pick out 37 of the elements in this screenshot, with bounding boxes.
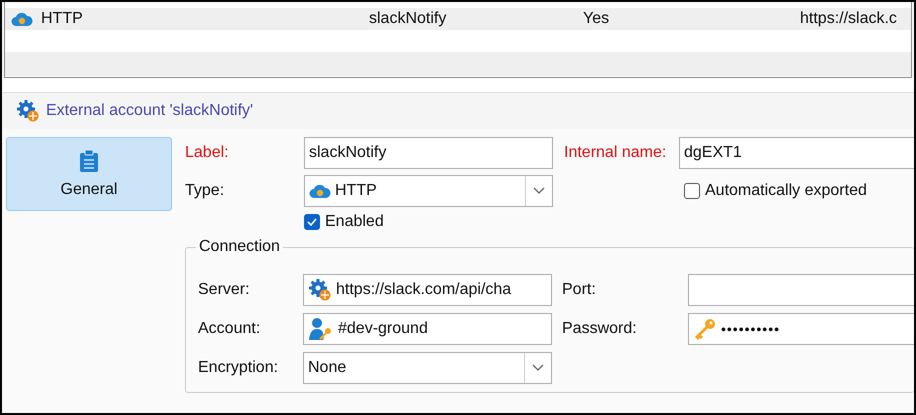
checkmark-icon	[307, 218, 317, 226]
server-field[interactable]: https://slack.com/api/cha	[303, 274, 552, 306]
field-label: Encryption:	[198, 359, 280, 377]
table-cell-text: Yes	[583, 10, 610, 28]
checkbox-label: Automatically exported	[705, 182, 867, 200]
field-label: Type:	[185, 182, 226, 200]
user-key-icon	[308, 317, 334, 341]
gear-icon	[308, 278, 332, 302]
panel-title: External account 'slackNotify'	[46, 102, 254, 120]
encryption-dropdown[interactable]: None	[303, 352, 552, 384]
cloud-icon	[11, 11, 33, 27]
table-cell-text: slackNotify	[369, 10, 448, 28]
table-cell-text: https://slack.c	[800, 10, 898, 28]
cloud-icon	[309, 183, 331, 199]
account-field[interactable]: #dev-ground	[303, 313, 552, 345]
table-cell: HTTP	[41, 10, 83, 28]
checkbox[interactable]	[684, 183, 700, 199]
caret-icon	[532, 364, 544, 372]
checkbox[interactable]	[304, 214, 320, 230]
sidebar-tab[interactable]: General	[6, 137, 172, 211]
port-field[interactable]	[688, 274, 914, 306]
list-row[interactable]: HTTP slackNotify Yes https://slack.c	[5, 8, 911, 30]
field-label: Port:	[562, 281, 596, 298]
password-field[interactable]: ••••••••••	[688, 313, 914, 345]
key-icon	[693, 317, 717, 341]
caret-icon	[533, 187, 545, 195]
field-label: Account:	[198, 320, 262, 338]
settings-icon	[16, 99, 40, 123]
type-dropdown[interactable]: HTTP	[304, 175, 553, 207]
checkbox-label: Enabled	[325, 213, 384, 231]
field-label: Label:	[185, 144, 230, 162]
clipboard-icon	[79, 149, 99, 173]
label-field[interactable]: slackNotify	[304, 137, 553, 169]
field-label: Password:	[562, 320, 637, 337]
internal-name-field[interactable]: dgEXT1	[679, 137, 914, 169]
field-label: Server:	[198, 281, 251, 299]
field-label: Internal name:	[564, 144, 666, 161]
